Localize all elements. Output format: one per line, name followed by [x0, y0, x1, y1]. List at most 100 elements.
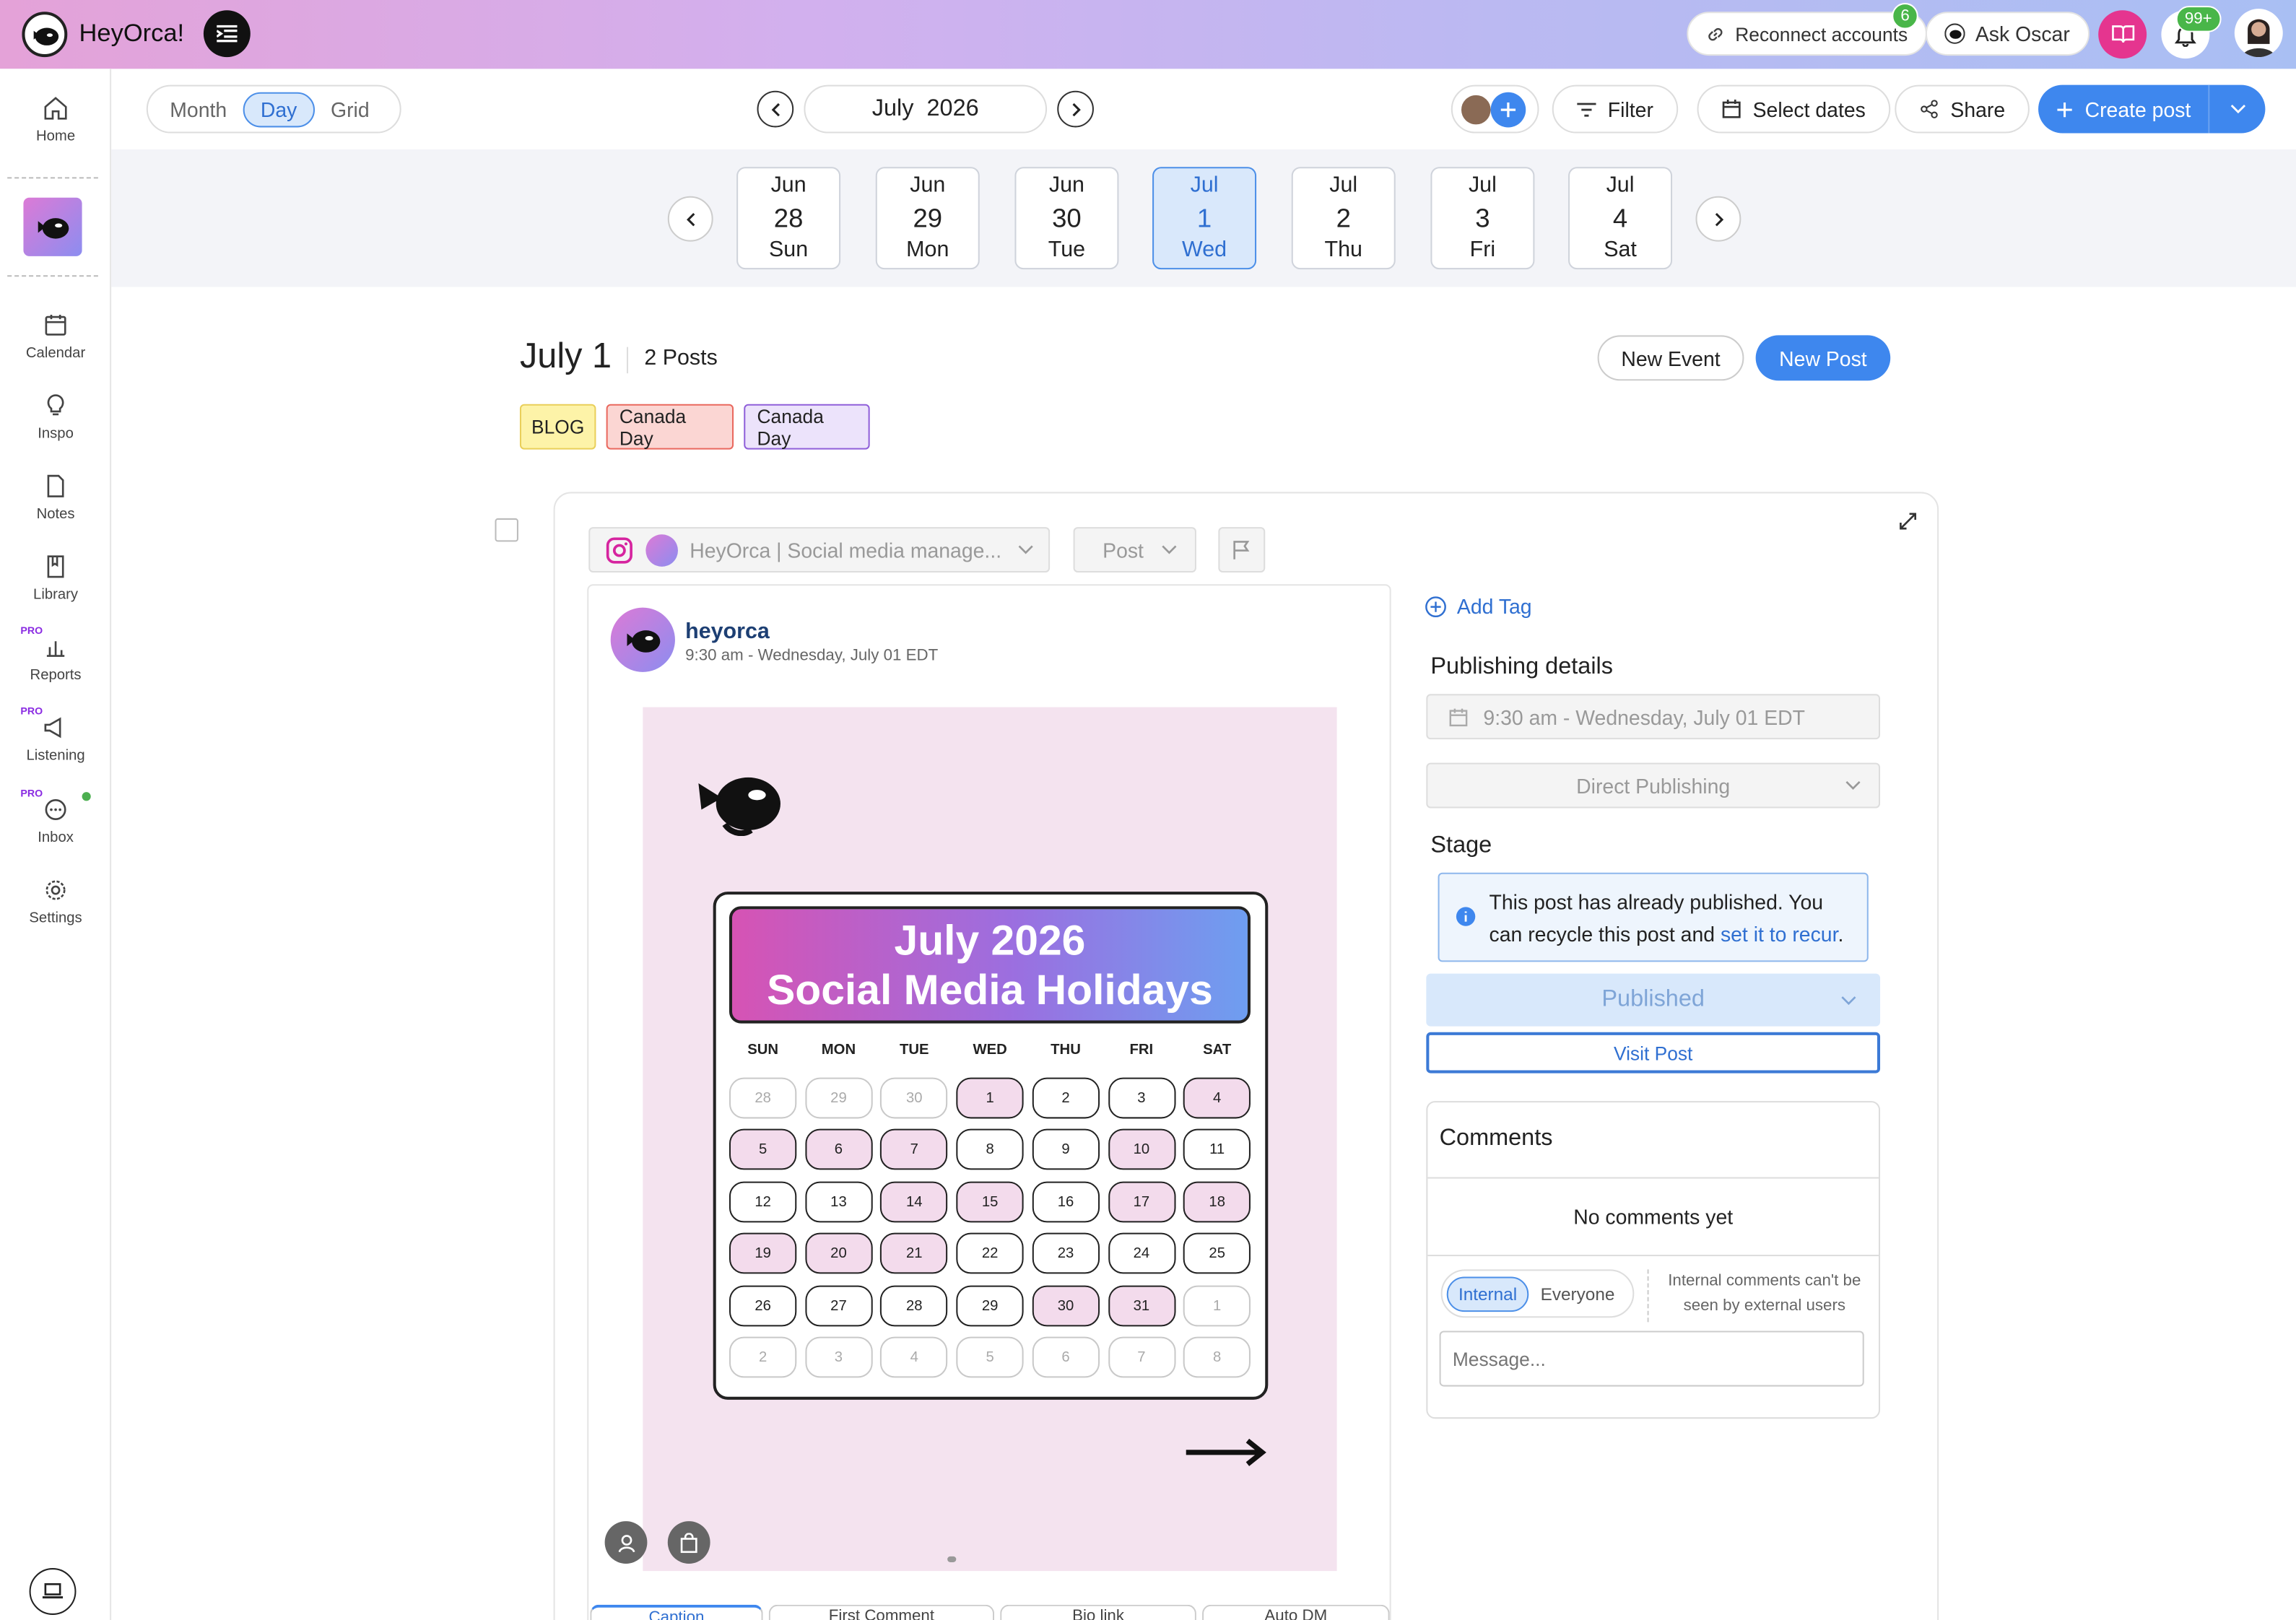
calendar-day-cell: 8	[1183, 1336, 1251, 1378]
link-icon	[1708, 27, 1723, 40]
sidebar-item-library[interactable]: Library	[0, 554, 111, 604]
create-post-button[interactable]: Create post	[2038, 84, 2266, 134]
sidebar-item-label: Reports	[30, 667, 82, 684]
share-label: Share	[1950, 97, 2006, 121]
next-week-button[interactable]	[1695, 196, 1741, 242]
calendar-day-cell: 29	[804, 1077, 873, 1119]
calendar-day-cell: 2	[1032, 1077, 1100, 1119]
sidebar-item-calendar[interactable]: Calendar	[0, 312, 111, 362]
calendar-day-cell: 15	[956, 1181, 1024, 1223]
flag-button[interactable]	[1218, 527, 1266, 572]
calendar-day-cell: 30	[1032, 1285, 1100, 1327]
sidebar-item-inbox[interactable]: PRO Inbox	[0, 789, 111, 846]
calendar-day-cell: 17	[1108, 1181, 1175, 1223]
filter-button[interactable]: Filter	[1552, 84, 1679, 134]
user-avatar[interactable]	[2234, 9, 2283, 58]
date-card[interactable]: Jul 3 Fri	[1430, 167, 1535, 270]
top-bar: HeyOrca! Reconnect accounts 6 Ask Oscar …	[0, 0, 2296, 69]
calendar-weekday-label: FRI	[1129, 1042, 1154, 1059]
menu-toggle-icon[interactable]	[203, 10, 251, 58]
prev-month-button[interactable]	[757, 90, 794, 128]
set-recur-link[interactable]: set it to recur	[1721, 923, 1838, 946]
month-selector[interactable]: July 2026	[804, 84, 1048, 134]
tab-caption[interactable]: Caption	[590, 1604, 763, 1620]
date-weekday: Thu	[1324, 237, 1362, 263]
year: 2026	[926, 95, 979, 121]
new-post-button[interactable]: New Post	[1755, 335, 1891, 381]
publishing-method-select[interactable]: Direct Publishing	[1426, 762, 1881, 809]
chevron-down-icon	[1845, 781, 1861, 790]
no-comments-text: No comments yet	[1573, 1205, 1734, 1229]
orca-logo-icon	[695, 769, 783, 843]
date-weekday: Sun	[769, 237, 809, 263]
tab-first-comment[interactable]: First Comment	[768, 1604, 995, 1620]
divider	[1427, 1255, 1879, 1257]
tag-blog[interactable]: BLOG	[519, 404, 596, 450]
megaphone-icon	[44, 717, 61, 739]
divider	[1647, 1269, 1649, 1323]
create-post-dropdown[interactable]	[2209, 85, 2265, 134]
prev-week-button[interactable]	[667, 196, 713, 242]
month-name: July	[871, 95, 914, 121]
calendar-weekday-label: WED	[973, 1042, 1007, 1059]
tag-canada-day[interactable]: Canada Day	[606, 404, 734, 450]
share-button[interactable]: Share	[1895, 84, 2030, 134]
view-month-tab[interactable]: Month	[154, 93, 243, 126]
account-selector[interactable]: HeyOrca | Social media manage...	[588, 527, 1051, 572]
sidebar-item-home[interactable]: Home	[0, 95, 111, 145]
reconnect-accounts-button[interactable]: Reconnect accounts	[1687, 12, 1927, 56]
tag-canada-day-2[interactable]: Canada Day	[744, 404, 870, 450]
sidebar-item-notes[interactable]: Notes	[0, 473, 111, 523]
everyone-tab[interactable]: Everyone	[1529, 1277, 1626, 1310]
post-select-checkbox[interactable]	[495, 518, 518, 542]
visit-post-button[interactable]: Visit Post	[1426, 1032, 1881, 1074]
tab-bio-link[interactable]: Bio link	[1000, 1604, 1196, 1620]
expand-icon[interactable]	[1897, 511, 1918, 539]
date-weekday: Fri	[1469, 237, 1496, 263]
share-icon	[1921, 100, 1938, 118]
sidebar-item-reports[interactable]: PRO Reports	[0, 627, 111, 684]
view-grid-tab[interactable]: Grid	[315, 93, 386, 126]
internal-tab[interactable]: Internal	[1446, 1276, 1529, 1312]
new-event-button[interactable]: New Event	[1597, 335, 1744, 381]
sidebar-item-listening[interactable]: PRO Listening	[0, 707, 111, 765]
book-icon[interactable]	[2098, 10, 2147, 59]
sidebar-item-settings[interactable]: Settings	[0, 877, 111, 927]
stage-select[interactable]: Published	[1426, 973, 1881, 1027]
date-card[interactable]: Jul 4 Sat	[1568, 167, 1673, 270]
date-card-selected[interactable]: Jul 1 Wed	[1152, 167, 1257, 270]
add-tag-button[interactable]: Add Tag	[1425, 594, 1532, 618]
tag-people-icon[interactable]	[604, 1521, 648, 1564]
next-month-button[interactable]	[1057, 90, 1094, 128]
calendar-icon	[1449, 707, 1468, 726]
brand-name: HeyOrca!	[79, 19, 185, 47]
chevron-right-icon	[1071, 102, 1080, 116]
workspace-avatar[interactable]	[23, 197, 82, 256]
calendar-day-cell: 28	[729, 1077, 797, 1119]
ask-oscar-button[interactable]: Ask Oscar	[1925, 12, 2090, 56]
date-card[interactable]: Jun 29 Mon	[875, 167, 980, 270]
comment-message-input[interactable]	[1439, 1331, 1864, 1387]
shopping-bag-icon[interactable]	[667, 1521, 710, 1564]
carousel-dot[interactable]	[947, 1556, 957, 1562]
add-collaborator-icon[interactable]	[1490, 91, 1526, 127]
date-card[interactable]: Jul 2 Thu	[1291, 167, 1396, 270]
calendar-day-cell: 29	[956, 1285, 1024, 1327]
device-icon[interactable]	[29, 1568, 77, 1615]
publishing-method: Direct Publishing	[1576, 773, 1731, 798]
date-card[interactable]: Jun 28 Sun	[736, 167, 841, 270]
calendar-day-cell: 14	[880, 1181, 948, 1223]
view-day-tab[interactable]: Day	[243, 91, 315, 127]
date-card[interactable]: Jun 30 Tue	[1014, 167, 1119, 270]
post-type-selector[interactable]: Post	[1073, 527, 1196, 572]
tab-auto-dm[interactable]: Auto DM	[1202, 1604, 1390, 1620]
orca-logo-icon[interactable]	[22, 12, 68, 58]
chevron-down-icon	[2230, 105, 2245, 114]
sidebar-item-inspo[interactable]: Inspo	[0, 393, 111, 442]
chat-icon	[45, 799, 66, 821]
publish-datetime-field[interactable]: 9:30 am - Wednesday, July 01 EDT	[1426, 694, 1881, 740]
collaborators[interactable]	[1451, 84, 1539, 134]
select-dates-button[interactable]: Select dates	[1697, 84, 1891, 134]
calendar-day-cell: 26	[729, 1285, 797, 1327]
date-month: Jun	[770, 173, 806, 198]
